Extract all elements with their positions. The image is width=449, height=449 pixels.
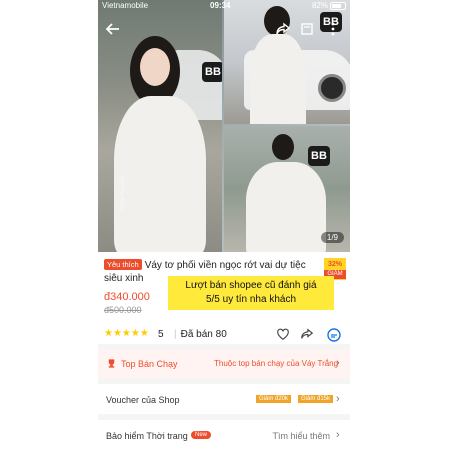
voucher-tag: Giảm đ15k [298,395,334,403]
learn-more-link[interactable]: Tìm hiểu thêm [272,431,330,441]
top-seller-row[interactable]: Top Bán Chạy Thuộc top bán chạy của Váy … [98,350,350,378]
overlay-note: Lượt bán shopee cũ đánh giá 5/5 uy tín n… [168,276,334,310]
product-image-carousel[interactable]: BB BB by Bảo Bảo BB BB Vietnamobile 09:3… [98,0,350,252]
more-options-icon[interactable] [322,18,344,40]
chevron-right-icon: › [336,393,340,405]
new-badge: New [191,431,212,439]
section-gap [98,378,350,384]
chevron-right-icon: › [336,357,340,369]
insurance-label: Bảo hiểm Thời trang [106,431,188,441]
top-seller-description: Thuộc top bán chạy của Váy Trắng [214,359,339,368]
share-icon[interactable] [272,18,294,40]
status-bar: Vietnamobile 09:34 82% [98,0,350,12]
rating-row: ★★★★★ 5 | Đã bán 80 [104,328,350,342]
shop-voucher-row[interactable]: Voucher của Shop Giảm đ20k Giảm đ15k › [98,386,350,414]
rating-value: 5 [158,329,164,340]
sold-count: | Đã bán 80 [174,329,227,340]
heart-icon[interactable] [276,327,290,344]
battery-icon [330,2,346,10]
star-rating: ★★★★★ [104,328,149,339]
product-price: đ340.000 [104,291,150,303]
product-page: BB BB by Bảo Bảo BB BB Vietnamobile 09:3… [98,0,350,449]
clock: 09:34 [210,1,231,10]
image-counter: 1/9 [320,232,344,243]
bb-logo: BB [202,62,222,82]
section-gap [98,414,350,420]
share-icon[interactable] [300,327,314,344]
top-seller-label: Top Bán Chạy [121,359,178,369]
overlay-note-line-2: 5/5 uy tín nha khách [205,294,297,305]
carrier-label: Vietnamobile [102,1,149,10]
favorite-badge: Yêu thích [104,259,142,270]
trophy-icon [106,358,117,371]
watermark: BB by Bảo Bảo [120,176,126,210]
battery-percent: 82% [311,1,328,10]
voucher-label: Voucher của Shop [106,395,180,405]
chevron-right-icon: › [336,429,340,441]
fashion-insurance-row[interactable]: Bảo hiểm Thời trang New Tìm hiểu thêm › [98,422,350,449]
original-price: đ500.000 [104,305,142,315]
overlay-note-line-1: Lượt bán shopee cũ đánh giá [185,280,317,291]
voucher-tag: Giảm đ20k [256,395,292,403]
cart-icon[interactable] [296,18,318,40]
bb-logo: BB [308,146,330,166]
back-arrow-icon[interactable] [102,18,124,40]
discount-percent: 32% [327,261,342,268]
